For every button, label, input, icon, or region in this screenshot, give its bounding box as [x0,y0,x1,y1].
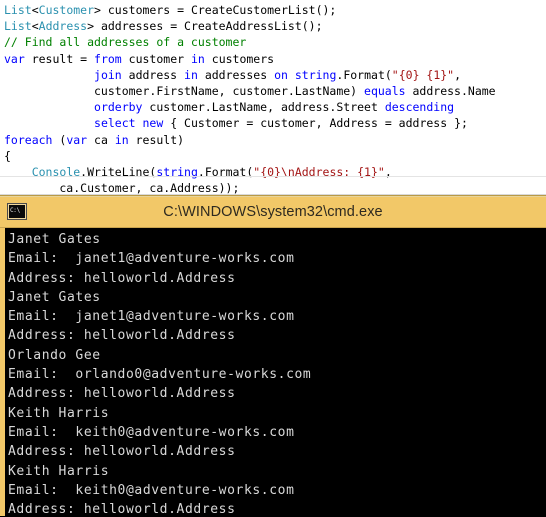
code-line: // Find all addresses of a customer [4,34,546,50]
console-line: Keith Harris [8,463,110,479]
code-token: > customers = CreateCustomerList(); [94,3,337,17]
code-line: Console.WriteLine(string.Format("{0}\nAd… [4,164,546,180]
code-token: new [142,116,164,131]
code-token: on [274,67,288,82]
code-line: select new { Customer = customer, Addres… [4,115,546,131]
code-token: string [294,67,337,82]
cmd-icon-label: C:\ [9,205,25,218]
code-token: customer.FirstName, customer.LastName) [4,83,365,98]
code-token: customers [204,51,275,66]
code-token: var [66,132,88,147]
code-token: in [184,67,198,82]
code-token: descending [384,100,455,115]
code-token: < [31,19,39,34]
console-line: Janet Gates [8,232,101,247]
console-line: Janet Gates [8,289,101,305]
code-token: Customer [38,3,95,17]
code-editor-pane[interactable]: List<Customer> customers = CreateCustome… [0,0,546,195]
code-line: orderby customer.LastName, address.Stree… [4,99,546,115]
console-window[interactable]: C:\ C:\WINDOWS\system32\cmd.exe Janet Ga… [0,195,546,517]
code-token: customer.LastName, address.Street [142,100,385,115]
code-token: var [4,51,25,66]
code-token: customer [121,51,191,66]
cmd-icon: C:\ [7,203,27,220]
console-line: Address: helloworld.Address [8,502,236,516]
console-line: Address: helloworld.Address [8,270,236,286]
console-line: Address: helloworld.Address [8,386,236,402]
code-token: addresses [197,67,275,82]
code-token: ca [87,132,115,147]
code-token: // Find all addresses of a customer [4,35,247,50]
code-token: join [94,67,122,82]
code-token: List [4,19,32,34]
code-line: ca.Customer, ca.Address)); [4,180,546,195]
code-token: ca.Customer, ca.Address)); [4,181,240,195]
code-line: { [4,148,546,164]
code-line: var result = from customer in customers [4,51,546,67]
code-line: foreach (var ca in result) [4,132,546,148]
code-line: List<Customer> customers = CreateCustome… [4,2,546,18]
console-line: Address: helloworld.Address [8,328,236,344]
console-line: Address: helloworld.Address [8,444,236,460]
console-line: Email: janet1@adventure-works.com [8,309,295,325]
code-token: > addresses = CreateAddressList(); [87,19,323,34]
code-token: address.Name [405,83,496,98]
code-token: , [454,67,462,82]
code-token: orderby [94,100,143,115]
console-output-text: Janet Gates Email: janet1@adventure-works… [5,228,546,516]
code-token: Address [38,19,88,34]
code-token: in [114,132,129,147]
console-line: Keith Harris [8,405,110,421]
code-listing[interactable]: List<Customer> customers = CreateCustome… [0,0,546,195]
code-token: { [4,148,11,163]
console-title: C:\WINDOWS\system32\cmd.exe [163,203,383,220]
console-line: Email: orlando0@adventure-works.com [8,367,312,383]
code-token: result = [24,51,95,66]
code-token: .Format( [336,67,392,82]
code-token: foreach [4,132,53,147]
code-line: join address in addresses on string.Form… [4,67,546,83]
code-token: from [94,51,122,66]
code-token: in [190,51,205,66]
code-token: result) [128,132,185,147]
code-token: { Customer = customer, Address = address… [163,116,468,131]
code-line: customer.FirstName, customer.LastName) e… [4,83,546,99]
code-token: equals [364,83,406,98]
console-titlebar[interactable]: C:\ C:\WINDOWS\system32\cmd.exe [0,195,546,228]
code-token: address [121,67,185,82]
console-line: Email: keith0@adventure-works.com [8,482,295,498]
code-line: List<Address> addresses = CreateAddressL… [4,18,546,34]
code-token: List [4,3,32,17]
console-output-area[interactable]: Janet Gates Email: janet1@adventure-works… [0,228,546,516]
code-token: ( [52,132,67,147]
code-divider-upper [0,176,546,177]
console-line: Email: janet1@adventure-works.com [8,251,295,267]
console-line: Orlando Gee [8,347,101,363]
console-line: Email: keith0@adventure-works.com [8,424,295,440]
code-token: select [94,116,136,131]
code-token: "{0} {1}" [391,67,455,82]
code-token: < [31,3,39,17]
